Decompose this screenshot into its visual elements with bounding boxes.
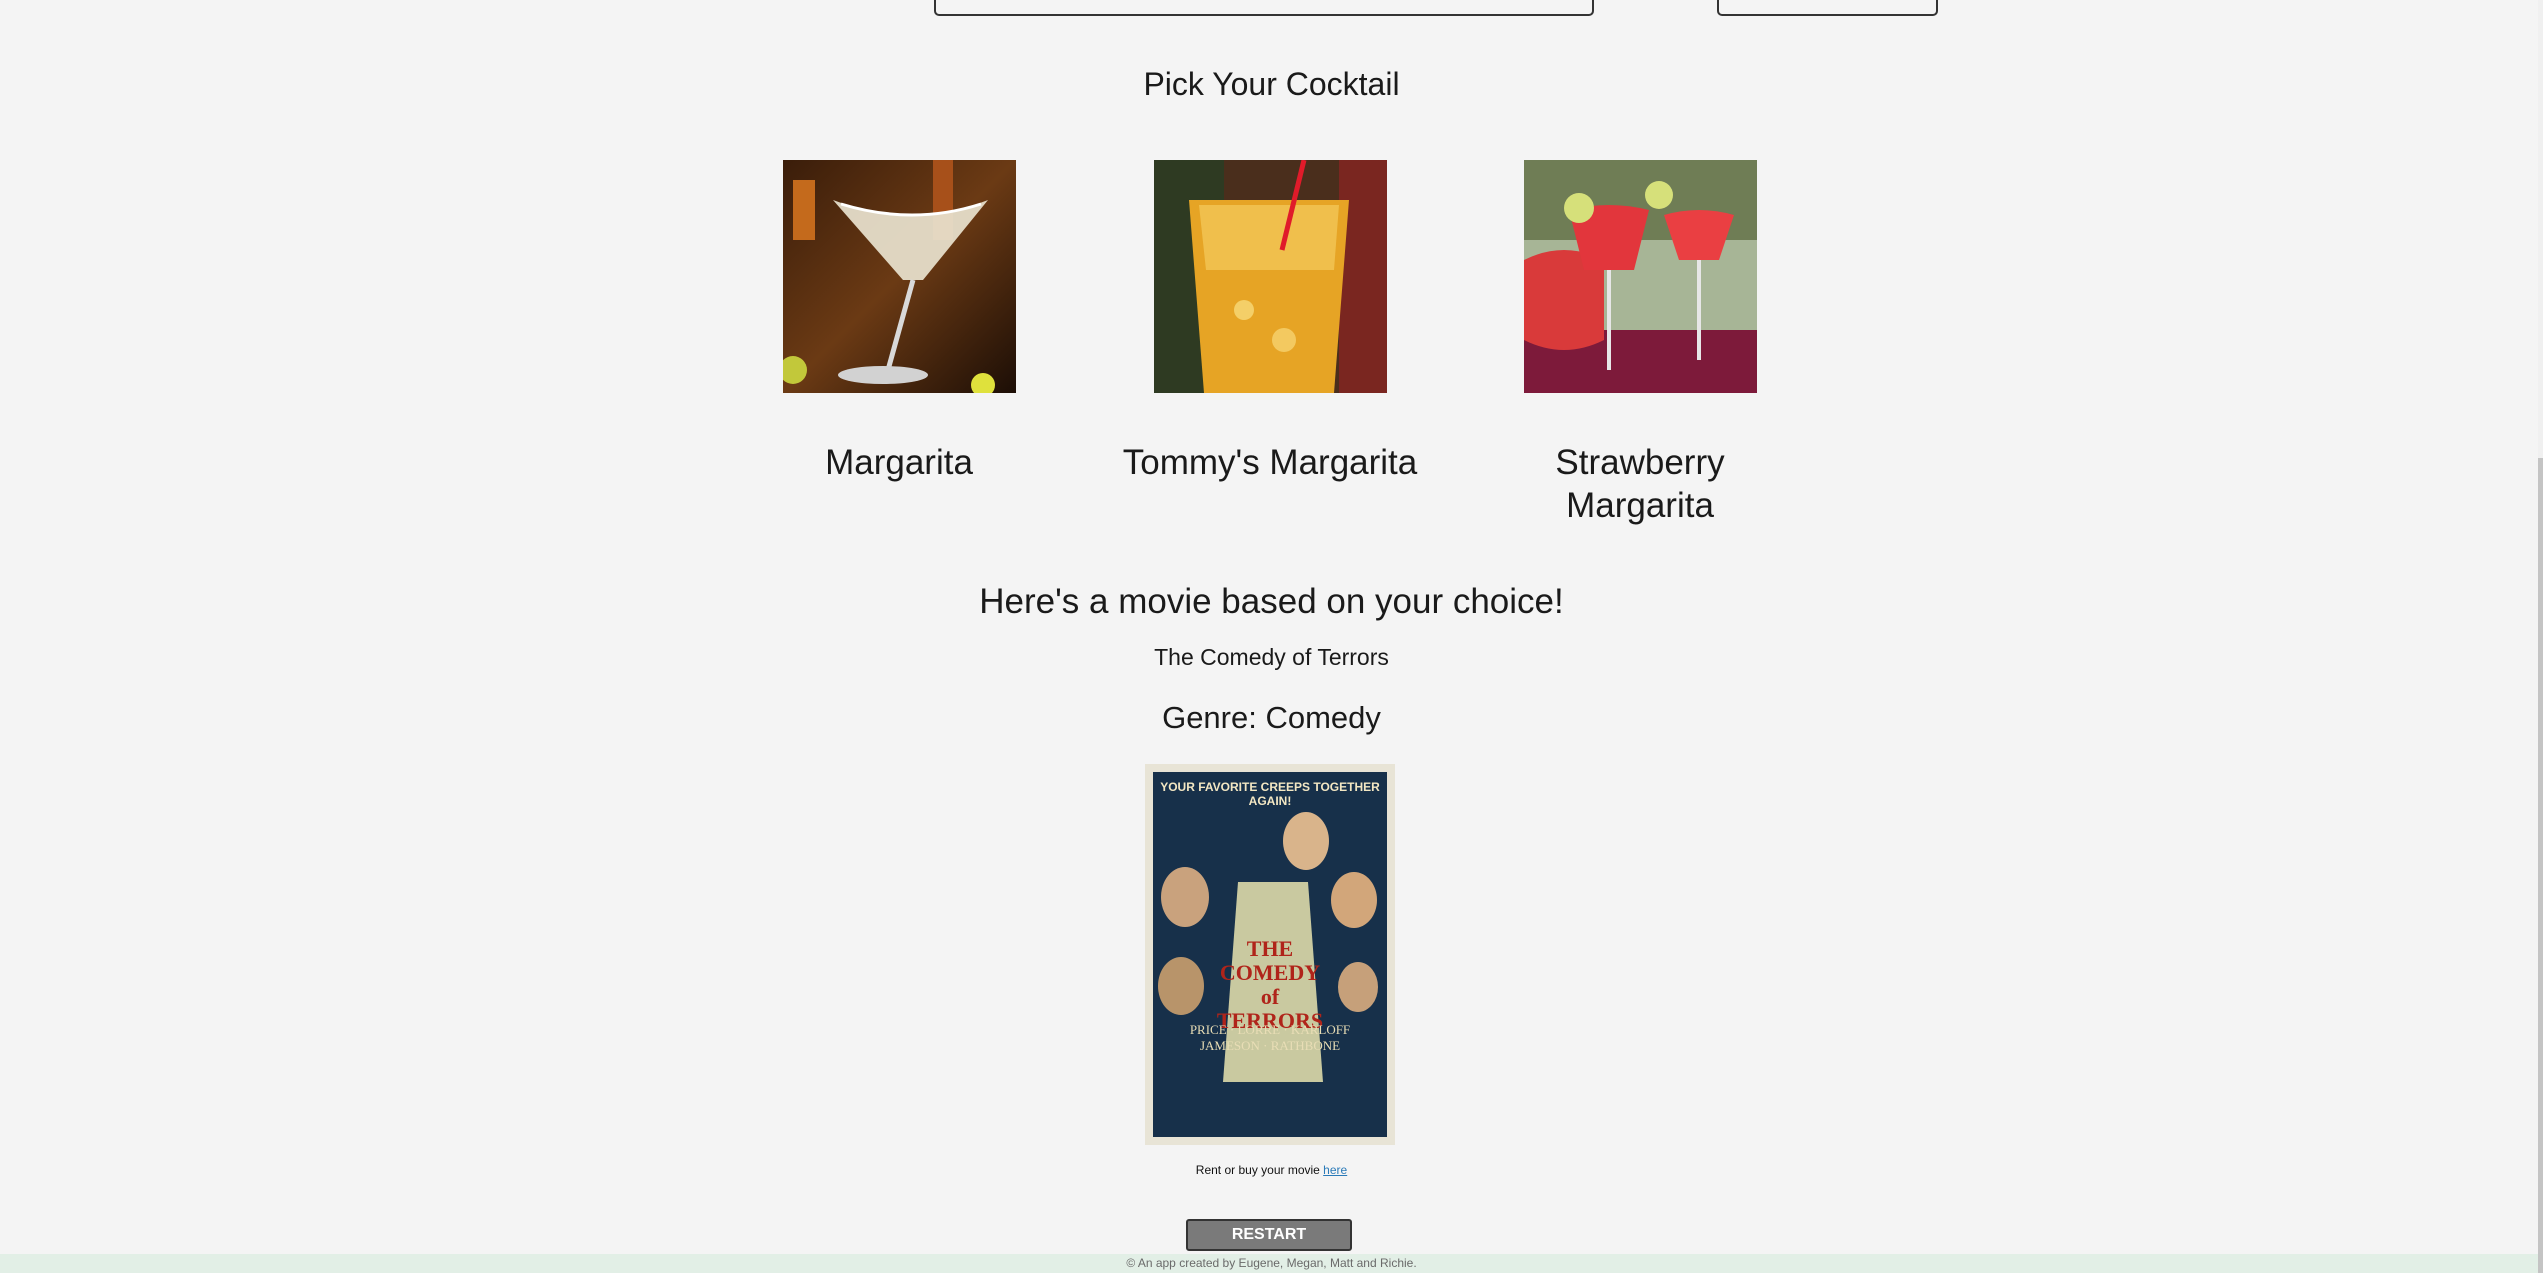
footer-credit: © An app created by Eugene, Megan, Matt … [1126,1256,1417,1270]
cocktail-image[interactable] [782,160,1016,393]
cocktail-card-margarita[interactable]: Margarita [739,160,1059,484]
cocktail-section-heading: Pick Your Cocktail [1143,66,1400,102]
cocktail-name: Margarita [825,443,973,482]
poster-title: THE COMEDY of TERRORS [1216,936,1324,1033]
movie-genre: Genre: Comedy [1162,700,1381,735]
cocktail-image[interactable] [1153,160,1387,393]
movie-title: The Comedy of Terrors [1154,644,1389,670]
cocktail-card-strawberry-margarita[interactable]: Strawberry Margarita [1480,160,1800,527]
search-input[interactable] [934,0,1594,16]
rent-buy-link[interactable]: here [1323,1163,1347,1177]
page: Pick Your Cocktail Margarita Tommy's Mar… [0,0,2543,1273]
movie-poster-artwork: YOUR FAVORITE CREEPS TOGETHER AGAIN! THE… [1153,772,1387,1137]
restart-button[interactable]: RESTART [1186,1219,1352,1251]
movie-poster: YOUR FAVORITE CREEPS TOGETHER AGAIN! THE… [1145,764,1395,1145]
poster-cast: PRICE · LORRE · KARLOFF JAMESON · RATHBO… [1189,1022,1351,1053]
poster-tagline: YOUR FAVORITE CREEPS TOGETHER AGAIN! [1160,780,1380,808]
submit-button[interactable] [1717,0,1938,16]
footer: © An app created by Eugene, Megan, Matt … [0,1254,2543,1273]
cocktail-name: Strawberry Margarita [1555,443,1725,525]
movie-section-heading: Here's a movie based on your choice! [979,582,1564,621]
rent-buy-line: Rent or buy your movie here [0,1161,2543,1179]
cocktail-image[interactable] [1523,160,1757,393]
scrollbar[interactable] [2538,0,2543,1273]
cocktail-name: Tommy's Margarita [1122,443,1418,482]
scrollbar-thumb[interactable] [2538,458,2543,1273]
rent-buy-text: Rent or buy your movie [1195,1163,1324,1177]
cocktail-card-tommys-margarita[interactable]: Tommy's Margarita [1110,160,1430,484]
